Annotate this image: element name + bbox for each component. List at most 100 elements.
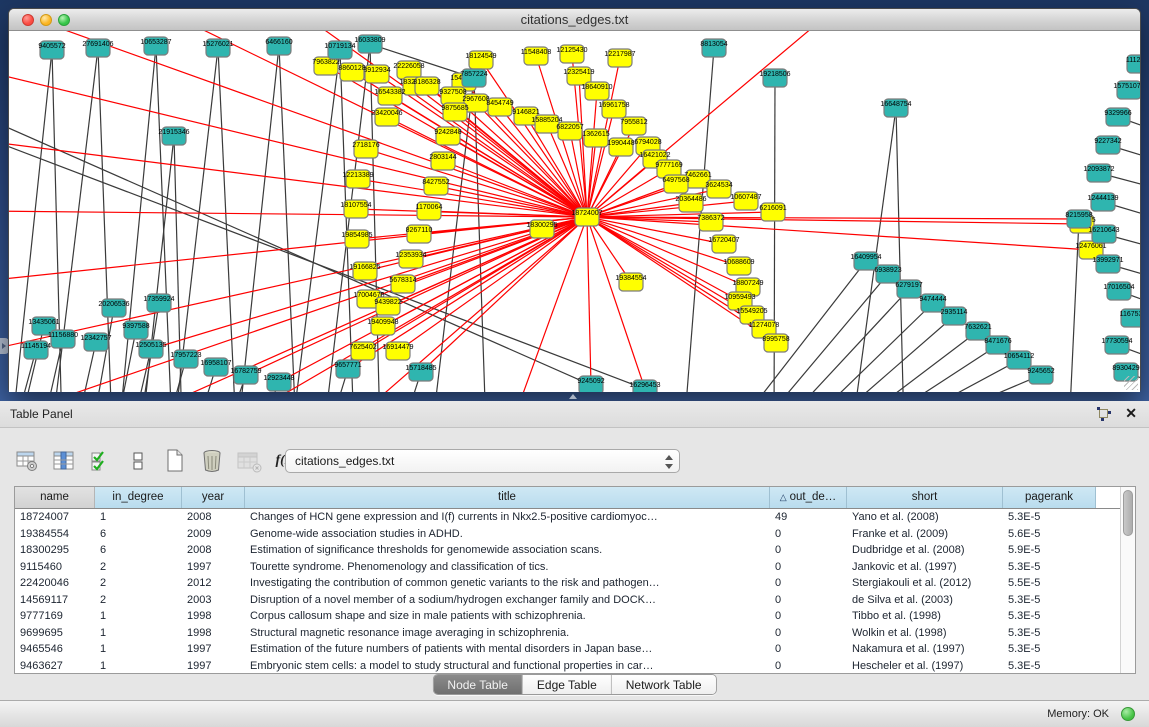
network-node[interactable]: 8186328 (413, 77, 440, 95)
cell-short[interactable]: Stergiakouli et al. (2012) (847, 575, 1003, 592)
memory-ok-icon[interactable] (1121, 707, 1135, 721)
cell-out_de[interactable]: 0 (770, 592, 847, 609)
cell-year[interactable]: 1997 (182, 658, 245, 675)
network-node[interactable]: 9439822 (374, 297, 401, 315)
network-node[interactable]: 9242848 (434, 127, 461, 145)
cell-name[interactable]: 9699695 (15, 625, 95, 642)
column-header-out_de[interactable]: △out_de… (770, 487, 847, 508)
network-node[interactable]: 18300295 (526, 220, 557, 238)
network-node[interactable]: 12217987 (604, 49, 635, 67)
column-header-title[interactable]: title (245, 487, 770, 508)
network-node[interactable]: 12353934 (395, 250, 426, 268)
row-height-button[interactable] (125, 448, 151, 474)
cell-pagerank[interactable]: 5.3E-5 (1003, 592, 1096, 609)
cell-in_degree[interactable]: 1 (95, 641, 182, 658)
network-node[interactable]: 8471676 (984, 336, 1011, 354)
cell-in_degree[interactable]: 1 (95, 608, 182, 625)
network-node[interactable]: 6466160 (265, 37, 292, 55)
network-node[interactable]: 16958107 (200, 358, 231, 376)
table-vertical-scrollbar[interactable] (1120, 487, 1135, 673)
network-node[interactable]: 2718176 (352, 140, 379, 158)
network-node[interactable]: 16720407 (708, 235, 739, 253)
network-node[interactable]: 12444139 (1087, 193, 1118, 211)
network-node[interactable]: 12923448 (263, 373, 294, 391)
cell-out_de[interactable]: 49 (770, 509, 847, 526)
network-node[interactable]: 17730594 (1101, 336, 1132, 354)
cell-out_de[interactable]: 0 (770, 526, 847, 543)
network-node[interactable]: 19409948 (367, 317, 398, 335)
network-node[interactable]: 8912934 (363, 65, 390, 83)
table-row[interactable]: 969969511998Structural magnetic resonanc… (15, 625, 1135, 642)
cell-title[interactable]: Embryonic stem cells: a model to study s… (245, 658, 770, 675)
tab-edge-table[interactable]: Edge Table (523, 675, 612, 694)
cell-name[interactable]: 19384554 (15, 526, 95, 543)
network-node[interactable]: 16033809 (354, 35, 385, 53)
network-node[interactable]: 7963822 (312, 57, 339, 75)
network-node[interactable]: 8215958 (1065, 210, 1092, 228)
network-node[interactable]: 19218506 (759, 69, 790, 87)
network-node[interactable]: 9657771 (334, 360, 361, 378)
cell-title[interactable]: Tourette syndrome. Phenomenology and cla… (245, 559, 770, 576)
column-header-pagerank[interactable]: pagerank (1003, 487, 1096, 508)
cell-out_de[interactable]: 0 (770, 542, 847, 559)
select-attributes-button[interactable] (88, 448, 114, 474)
cell-short[interactable]: de Silva et al. (2003) (847, 592, 1003, 609)
network-node[interactable]: 20206536 (98, 299, 129, 317)
cell-in_degree[interactable]: 6 (95, 542, 182, 559)
cell-out_de[interactable]: 0 (770, 658, 847, 675)
network-node[interactable]: 1167531 (1120, 309, 1140, 327)
network-node[interactable]: 6216091 (759, 203, 786, 221)
cell-title[interactable]: Genome-wide association studies in ADHD. (245, 526, 770, 543)
network-node[interactable]: 12505135 (135, 340, 166, 358)
cell-year[interactable]: 1998 (182, 608, 245, 625)
cell-pagerank[interactable]: 5.3E-5 (1003, 658, 1096, 675)
network-node[interactable]: 11145194 (21, 341, 51, 359)
cell-out_de[interactable]: 0 (770, 641, 847, 658)
network-node[interactable]: 10653287 (140, 37, 171, 55)
network-node[interactable]: 15751074 (1113, 81, 1140, 99)
cell-title[interactable]: Disruption of a novel member of a sodium… (245, 592, 770, 609)
network-node[interactable]: 18640910 (581, 82, 612, 100)
network-node[interactable]: 9329966 (1104, 108, 1131, 126)
network-node[interactable]: 20364486 (675, 194, 706, 212)
cell-in_degree[interactable]: 2 (95, 575, 182, 592)
cell-title[interactable]: Investigating the contribution of common… (245, 575, 770, 592)
cell-title[interactable]: Structural magnetic resonance image aver… (245, 625, 770, 642)
network-node[interactable]: 9245092 (577, 376, 604, 392)
network-node[interactable]: 10654112 (1004, 351, 1035, 369)
network-node[interactable]: 18107554 (340, 200, 371, 218)
network-node[interactable]: 5678314 (389, 275, 416, 293)
cell-in_degree[interactable]: 1 (95, 509, 182, 526)
close-panel-icon[interactable]: ✕ (1125, 405, 1137, 422)
citation-network-graph[interactable]: 1872400722226058183275058912934886012879… (9, 31, 1140, 392)
cell-short[interactable]: Wolkin et al. (1998) (847, 625, 1003, 642)
network-node[interactable]: 16782759 (230, 366, 261, 384)
network-node[interactable]: 3624534 (705, 180, 732, 198)
column-header-name[interactable]: name (15, 487, 95, 508)
network-node[interactable]: 10688609 (723, 257, 754, 275)
network-node[interactable]: 10607487 (730, 192, 761, 210)
network-node[interactable]: 8427552 (422, 177, 449, 195)
network-node[interactable]: 8860128 (338, 63, 365, 81)
network-node[interactable]: 12342757 (80, 333, 111, 351)
network-node[interactable]: 9405572 (38, 41, 65, 59)
cell-name[interactable]: 18724007 (15, 509, 95, 526)
cell-out_de[interactable]: 0 (770, 625, 847, 642)
table-row[interactable]: 1830029562008Estimation of significance … (15, 542, 1135, 559)
table-row[interactable]: 1456911722003Disruption of a novel membe… (15, 592, 1135, 609)
cell-pagerank[interactable]: 5.3E-5 (1003, 625, 1096, 642)
cell-name[interactable]: 9115460 (15, 559, 95, 576)
network-node[interactable]: 19854985 (341, 230, 372, 248)
cell-name[interactable]: 14569117 (15, 592, 95, 609)
cell-pagerank[interactable]: 5.3E-5 (1003, 509, 1096, 526)
network-node[interactable]: 16914479 (382, 342, 413, 360)
network-node[interactable]: 1112134 (1126, 55, 1140, 73)
network-node[interactable]: 16210643 (1088, 225, 1119, 243)
table-row[interactable]: 1872400712008Changes of HCN gene express… (15, 509, 1135, 526)
cell-year[interactable]: 2008 (182, 542, 245, 559)
cell-out_de[interactable]: 0 (770, 559, 847, 576)
network-node[interactable]: 16296453 (629, 380, 660, 392)
network-node[interactable]: 8454749 (486, 98, 513, 116)
network-node[interactable]: 8267110 (406, 225, 433, 243)
network-node[interactable]: 1362615 (582, 129, 609, 147)
